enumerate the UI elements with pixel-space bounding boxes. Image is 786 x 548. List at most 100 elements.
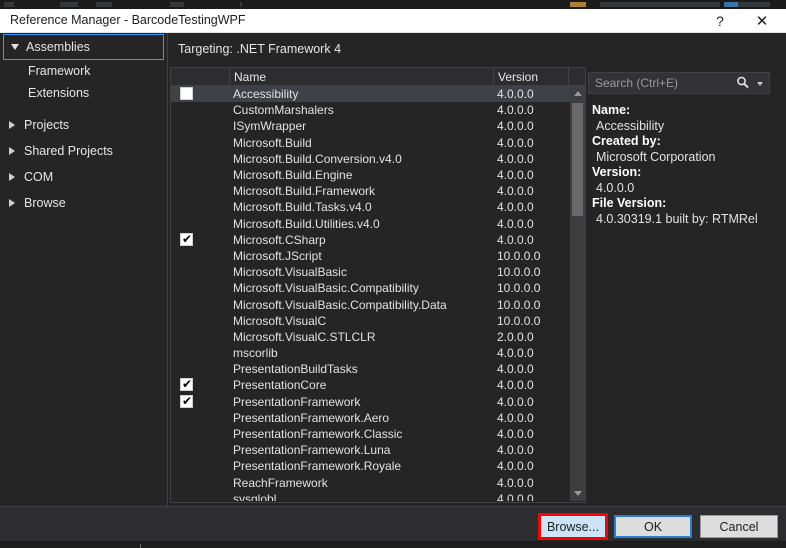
chevron-right-icon (0, 147, 24, 155)
assembly-version: 4.0.0.0 (497, 168, 534, 183)
chevron-right-icon (0, 173, 24, 181)
table-row[interactable]: CustomMarshalers 4.0.0.0 (171, 102, 570, 118)
assembly-version: 4.0.0.0 (497, 119, 534, 134)
table-row[interactable]: Microsoft.JScript 10.0.0.0 (171, 248, 570, 264)
sidebar-item-label: Assemblies (26, 40, 90, 54)
sidebar-item-browse[interactable]: Browse (0, 190, 167, 216)
table-row[interactable]: Microsoft.Build.Engine 4.0.0.0 (171, 167, 570, 183)
assembly-version: 4.0.0.0 (497, 103, 534, 118)
table-row[interactable]: Microsoft.Build.Tasks.v4.0 4.0.0.0 (171, 199, 570, 215)
assembly-version: 4.0.0.0 (497, 362, 534, 377)
chevron-down-icon[interactable] (757, 82, 763, 86)
assembly-version: 4.0.0.0 (497, 87, 534, 102)
table-row[interactable]: ✔ PresentationFramework 4.0.0.0 (171, 394, 570, 410)
table-row[interactable]: PresentationFramework.Royale 4.0.0.0 (171, 458, 570, 474)
assembly-version: 4.0.0.0 (497, 443, 534, 458)
table-row[interactable]: PresentationBuildTasks 4.0.0.0 (171, 361, 570, 377)
table-row[interactable]: PresentationFramework.Classic 4.0.0.0 (171, 426, 570, 442)
close-button[interactable]: ✕ (742, 9, 782, 33)
detail-label: Created by: (592, 134, 661, 148)
checkbox-unchecked[interactable] (180, 87, 193, 100)
assembly-version: 10.0.0.0 (497, 265, 541, 280)
table-row[interactable]: Microsoft.VisualBasic.Compatibility 10.0.… (171, 280, 570, 296)
assembly-name: ISymWrapper (233, 119, 307, 134)
detail-value: Accessibility (596, 118, 665, 133)
background-taskbar-strip (0, 540, 786, 548)
assembly-name: Microsoft.VisualC.STLCLR (233, 329, 376, 344)
search-placeholder: Search (Ctrl+E) (595, 76, 679, 90)
background-window-strip (0, 0, 786, 9)
search-input[interactable]: Search (Ctrl+E) (588, 72, 770, 94)
sidebar-item-projects[interactable]: Projects (0, 112, 167, 138)
assembly-name: mscorlib (233, 346, 278, 361)
table-row[interactable]: Microsoft.VisualBasic.Compatibility.Data… (171, 296, 570, 312)
cancel-button[interactable]: Cancel (700, 515, 778, 538)
table-row[interactable]: Microsoft.VisualC.STLCLR 2.0.0.0 (171, 329, 570, 345)
sidebar-item-assemblies[interactable]: Assemblies (3, 34, 164, 60)
assembly-name: Microsoft.VisualC (233, 313, 327, 328)
detail-value: Microsoft Corporation (596, 149, 716, 164)
table-row[interactable]: sysglobl 4.0.0.0 (171, 491, 570, 501)
list-scrollbar[interactable] (570, 86, 585, 501)
sidebar-item-extensions[interactable]: Extensions (0, 82, 167, 104)
assembly-version: 4.0.0.0 (497, 378, 534, 393)
table-row[interactable]: ISymWrapper 4.0.0.0 (171, 118, 570, 134)
assembly-name: PresentationFramework.Classic (233, 427, 403, 442)
assembly-rows: Accessibility 4.0.0.0 CustomMarshalers 4.0.… (171, 86, 570, 501)
assembly-name: Accessibility (233, 87, 299, 102)
scroll-up-icon[interactable] (570, 86, 585, 101)
assembly-version: 4.0.0.0 (497, 459, 534, 474)
table-row[interactable]: PresentationFramework.Luna 4.0.0.0 (171, 442, 570, 458)
check-icon: ✔ (182, 393, 193, 408)
assembly-list: Name Version Accessibility 4.0.0.0 CustomM… (170, 67, 586, 503)
ok-button[interactable]: OK (614, 515, 692, 538)
scroll-down-icon[interactable] (570, 486, 585, 501)
table-row[interactable]: Microsoft.VisualC 10.0.0.0 (171, 313, 570, 329)
table-row[interactable]: Microsoft.Build.Framework 4.0.0.0 (171, 183, 570, 199)
detail-value: 4.0.30319.1 built by: RTMRel (596, 211, 758, 226)
help-button[interactable]: ? (700, 9, 740, 33)
table-row[interactable]: ReachFramework 4.0.0.0 (171, 475, 570, 491)
table-row[interactable]: PresentationFramework.Aero 4.0.0.0 (171, 410, 570, 426)
checkbox-checked[interactable]: ✔ (180, 232, 193, 246)
detail-value: 4.0.0.0 (596, 180, 635, 195)
sidebar-item-shared-projects[interactable]: Shared Projects (0, 138, 167, 164)
assembly-version: 4.0.0.0 (497, 216, 534, 231)
browse-button[interactable]: Browse... (538, 513, 608, 540)
table-row[interactable]: Microsoft.Build.Conversion.v4.0 4.0.0.0 (171, 151, 570, 167)
chevron-right-icon (0, 199, 24, 207)
assembly-name: sysglobl (233, 491, 277, 501)
assembly-name: Microsoft.Build.Engine (233, 168, 353, 183)
check-icon: ✔ (182, 377, 193, 392)
table-row[interactable]: Microsoft.VisualBasic 10.0.0.0 (171, 264, 570, 280)
sidebar-item-label: Browse (24, 196, 66, 210)
table-row[interactable]: Microsoft.Build.Utilities.v4.0 4.0.0.0 (171, 216, 570, 232)
assembly-name: Microsoft.Build.Utilities.v4.0 (233, 216, 380, 231)
chevron-right-icon (0, 121, 24, 129)
assembly-name: PresentationFramework.Luna (233, 443, 391, 458)
table-row[interactable]: Microsoft.Build 4.0.0.0 (171, 135, 570, 151)
column-header-version[interactable]: Version (493, 68, 569, 86)
sidebar-item-label: Projects (24, 118, 70, 132)
assembly-name: PresentationCore (233, 378, 327, 393)
assembly-name: CustomMarshalers (233, 103, 334, 118)
scrollbar-thumb[interactable] (572, 103, 583, 216)
table-row[interactable]: Accessibility 4.0.0.0 (171, 86, 570, 103)
table-row[interactable]: mscorlib 4.0.0.0 (171, 345, 570, 361)
assembly-name: Microsoft.Build.Framework (233, 184, 376, 199)
assembly-name: Microsoft.VisualBasic.Compatibility.Data (233, 297, 447, 312)
list-header: Name Version (171, 68, 585, 86)
table-row[interactable]: ✔ Microsoft.CSharp 4.0.0.0 (171, 232, 570, 248)
sidebar-item-framework[interactable]: Framework (0, 60, 167, 82)
assembly-version: 2.0.0.0 (497, 329, 534, 344)
checkbox-checked[interactable]: ✔ (180, 377, 193, 392)
detail-label: File Version: (592, 196, 667, 210)
chevron-down-icon (4, 44, 26, 50)
assembly-name: Microsoft.Build (233, 135, 312, 150)
sidebar-item-label: Framework (28, 64, 91, 78)
sidebar-item-com[interactable]: COM (0, 164, 167, 190)
table-row[interactable]: ✔ PresentationCore 4.0.0.0 (171, 377, 570, 393)
targeting-framework-label: Targeting: .NET Framework 4 (178, 42, 342, 56)
column-header-name[interactable]: Name (229, 68, 493, 86)
checkbox-checked[interactable]: ✔ (180, 393, 193, 408)
